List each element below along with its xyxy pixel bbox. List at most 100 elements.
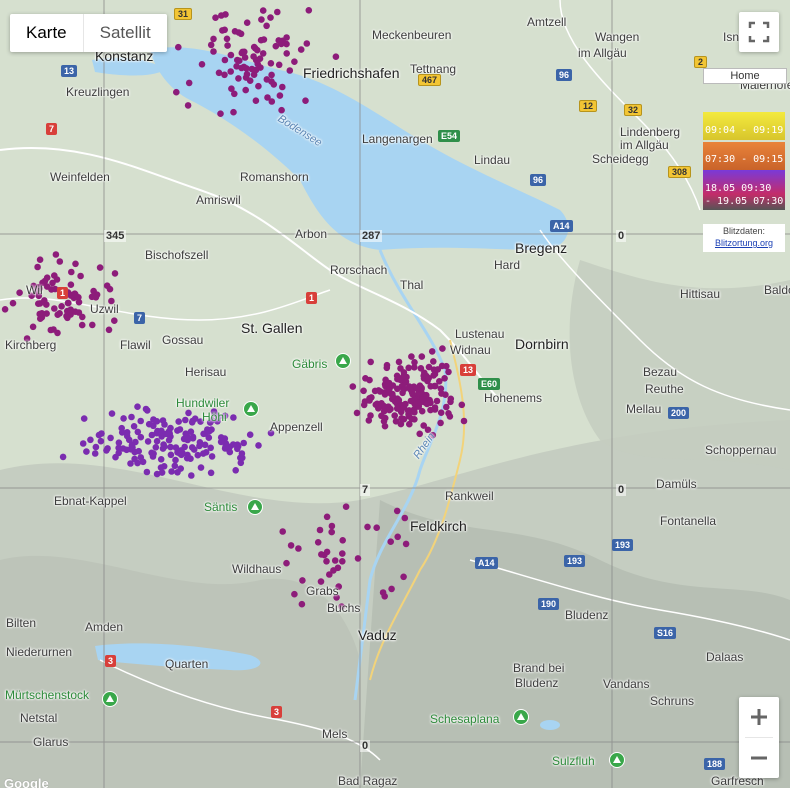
legend-item-mid: 07:30 - 09:15 bbox=[703, 142, 785, 170]
place-label: Wildhaus bbox=[232, 562, 282, 576]
lightning-strike-marker bbox=[270, 81, 278, 88]
lightning-strike-marker bbox=[395, 358, 403, 366]
place-label: Romanshorn bbox=[240, 170, 309, 184]
lightning-strike-marker bbox=[381, 414, 389, 422]
lightning-strike-marker bbox=[353, 409, 361, 417]
lightning-strike-marker bbox=[221, 26, 228, 34]
place-label: Dalaas bbox=[706, 650, 744, 664]
road-shield: 200 bbox=[668, 407, 690, 419]
lightning-strike-marker bbox=[257, 36, 265, 44]
lightning-strike-marker bbox=[408, 415, 416, 423]
lightning-strike-marker bbox=[430, 358, 437, 365]
lightning-strike-marker bbox=[413, 385, 421, 392]
lightning-strike-marker bbox=[234, 445, 241, 453]
lightning-strike-marker bbox=[326, 571, 333, 578]
lightning-strike-marker bbox=[204, 426, 211, 433]
lightning-strike-marker bbox=[298, 600, 306, 608]
place-label: Lindenberg bbox=[620, 125, 681, 139]
place-label: Rorschach bbox=[330, 263, 388, 277]
lightning-strike-marker bbox=[144, 407, 151, 414]
place-label: Fontanella bbox=[660, 514, 717, 528]
lightning-strike-marker bbox=[297, 46, 305, 53]
lightning-strike-marker bbox=[339, 558, 346, 565]
lightning-strike-marker bbox=[87, 436, 94, 444]
peak-label: Mürtschenstock bbox=[5, 688, 90, 702]
lightning-strike-marker bbox=[246, 77, 254, 84]
lightning-strike-marker bbox=[115, 439, 123, 447]
lightning-strike-marker bbox=[437, 385, 445, 393]
lightning-strike-marker bbox=[418, 407, 426, 415]
place-label: Appenzell bbox=[270, 420, 323, 434]
data-credit: Blitzdaten: Blitzortung.org bbox=[703, 224, 785, 252]
lightning-strike-marker bbox=[402, 540, 410, 548]
lightning-strike-marker bbox=[252, 97, 260, 104]
lightning-strike-marker bbox=[291, 58, 298, 65]
lightning-strike-marker bbox=[303, 40, 311, 47]
place-label: Bilten bbox=[6, 616, 37, 630]
place-label: Mels bbox=[322, 727, 348, 741]
lightning-strike-marker bbox=[167, 433, 174, 440]
home-button[interactable]: Home bbox=[703, 68, 787, 84]
lightning-strike-marker bbox=[182, 416, 189, 424]
credit-title: Blitzdaten: bbox=[722, 226, 766, 236]
mountain-peak-icon bbox=[609, 752, 625, 768]
road-shield: 308 bbox=[668, 166, 692, 178]
lightning-strike-marker bbox=[72, 260, 79, 268]
lightning-strike-marker bbox=[197, 464, 205, 471]
fullscreen-button[interactable] bbox=[739, 12, 779, 52]
lightning-strike-marker bbox=[287, 542, 295, 549]
lightning-strike-marker bbox=[387, 538, 395, 545]
place-label: Lustenau bbox=[455, 327, 505, 341]
lightning-strike-marker bbox=[234, 56, 241, 64]
lightning-strike-marker bbox=[408, 353, 415, 360]
place-label: Vandans bbox=[603, 677, 650, 691]
road-shield: 7 bbox=[46, 123, 58, 135]
lightning-strike-marker bbox=[442, 391, 449, 399]
plus-icon bbox=[751, 709, 767, 725]
lightning-strike-marker bbox=[434, 366, 442, 373]
lightning-strike-marker bbox=[443, 403, 450, 411]
place-label: Amden bbox=[85, 620, 124, 634]
place-label: Langenargen bbox=[362, 132, 433, 146]
lightning-strike-marker bbox=[238, 450, 246, 457]
place-label: Meckenbeuren bbox=[372, 28, 452, 42]
place-label: Glarus bbox=[33, 735, 69, 749]
lightning-strike-marker bbox=[274, 8, 281, 16]
map-type-satellite-button[interactable]: Satellit bbox=[84, 14, 167, 52]
road-shield: 32 bbox=[624, 104, 643, 116]
place-label: Wil bbox=[26, 283, 43, 297]
lightning-strike-marker bbox=[172, 456, 179, 464]
zoom-out-button[interactable] bbox=[739, 738, 779, 778]
place-label: Scheidegg bbox=[592, 152, 649, 166]
lightning-strike-marker bbox=[51, 272, 58, 279]
map-type-control: Karte Satellit bbox=[10, 14, 167, 52]
lightning-strike-marker bbox=[365, 417, 373, 424]
lightning-strike-marker bbox=[54, 311, 61, 319]
map-type-karte-button[interactable]: Karte bbox=[10, 14, 84, 52]
lightning-strike-marker bbox=[254, 60, 261, 68]
lightning-strike-marker bbox=[207, 41, 215, 49]
legend-item-text: 18.05 09:30 bbox=[705, 183, 772, 194]
lightning-strike-marker bbox=[221, 56, 229, 64]
lightning-strike-marker bbox=[134, 428, 142, 436]
road-shield: A14 bbox=[475, 557, 498, 569]
zoom-in-button[interactable] bbox=[739, 697, 779, 737]
lightning-strike-marker bbox=[210, 35, 217, 43]
legend-item-text: 09:04 - 09:19 bbox=[705, 125, 784, 136]
lightning-strike-marker bbox=[401, 385, 408, 393]
place-label: Schoppernau bbox=[705, 443, 777, 457]
credit-link[interactable]: Blitzortung.org bbox=[715, 238, 773, 248]
lightning-strike-marker bbox=[173, 88, 180, 96]
lightning-strike-marker bbox=[161, 443, 168, 451]
lightning-strike-marker bbox=[200, 450, 207, 457]
place-label: Thal bbox=[400, 278, 424, 292]
lightning-strike-marker bbox=[103, 447, 110, 454]
grid-label: 0 bbox=[616, 484, 627, 496]
map-canvas[interactable]: Konstanz Friedrichshafen Meckenbeuren Amtze… bbox=[0, 0, 790, 788]
place-label: Bischofszell bbox=[145, 248, 209, 262]
lightning-strike-marker bbox=[54, 329, 61, 337]
lightning-strike-marker bbox=[339, 537, 347, 544]
lightning-strike-marker bbox=[224, 42, 231, 49]
lightning-strike-marker bbox=[411, 364, 418, 371]
lightning-strike-marker bbox=[279, 528, 287, 535]
